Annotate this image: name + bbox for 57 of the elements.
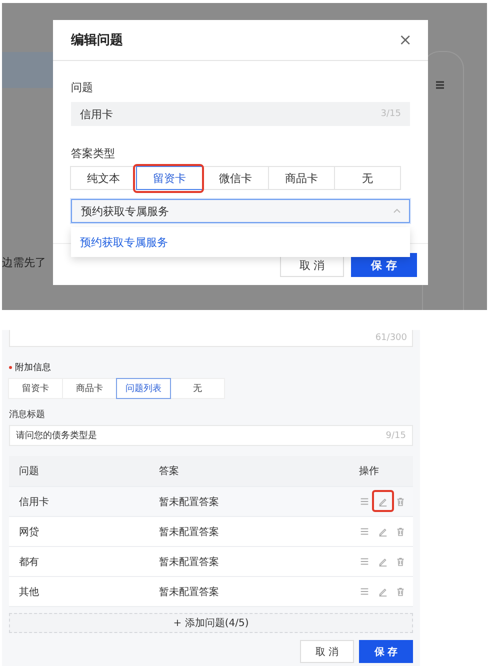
table-cell-text: 暂未配置答案	[159, 556, 220, 568]
drag-handle-icon[interactable]	[359, 526, 370, 537]
table-cell-text: 暂未配置答案	[159, 526, 220, 538]
title-field[interactable]: 请问您的债务类型是 9/15	[9, 425, 413, 446]
select-value: 预约获取专属服务	[81, 204, 169, 218]
char-count: 61/300	[375, 333, 407, 343]
select-field[interactable]: 预约获取专属服务	[71, 199, 410, 223]
dialog-title: 编辑问题	[71, 32, 123, 49]
table-cell-text: 信用卡	[18, 496, 50, 508]
trash-icon[interactable]	[395, 556, 406, 567]
question-field[interactable]: 信用卡 3/15	[71, 102, 410, 126]
add-question-button[interactable]: + 添加问题(4/5)	[9, 613, 413, 633]
edit-icon[interactable]	[377, 586, 388, 597]
field-label: 问题	[71, 80, 94, 94]
drag-handle-icon[interactable]	[359, 496, 370, 507]
trash-icon[interactable]	[395, 586, 406, 597]
trash-icon[interactable]	[395, 496, 406, 507]
answer-type-tab[interactable]: 商品卡	[268, 166, 335, 190]
extra-type-tab[interactable]: 问题列表	[116, 378, 171, 399]
column-header: 操作	[359, 465, 380, 478]
table-cell-text: 网贷	[18, 526, 40, 538]
field-label: 附加信息	[15, 362, 51, 374]
save-button[interactable]: 保 存	[359, 640, 413, 663]
extra-type-tab[interactable]: 无	[170, 378, 225, 399]
answer-type-tab[interactable]: 纯文本	[70, 166, 137, 190]
edit-icon[interactable]	[377, 556, 388, 567]
close-button[interactable]: ×	[398, 32, 412, 48]
char-count: 3/15	[380, 109, 401, 119]
table-row[interactable]: 其他 暂未配置答案	[9, 577, 413, 607]
edit-icon[interactable]	[377, 496, 388, 507]
column-header: 问题	[18, 465, 40, 478]
extra-type-tab[interactable]: 商品卡	[62, 378, 117, 399]
dropdown-option[interactable]: 预约获取专属服务	[71, 234, 168, 250]
table-cell-text: 都有	[18, 556, 40, 568]
edit-icon[interactable]	[377, 526, 388, 537]
table-row[interactable]: 网贷 暂未配置答案	[9, 517, 413, 547]
table-cell-text: 暂未配置答案	[159, 586, 220, 598]
answer-type-tab[interactable]: 无	[334, 166, 401, 190]
char-count: 9/15	[386, 430, 406, 440]
field-value: 信用卡	[80, 106, 113, 122]
field-label: 答案类型	[71, 146, 116, 160]
drag-handle-icon[interactable]	[359, 586, 370, 597]
answer-type-tab[interactable]: 微信卡	[202, 166, 269, 190]
field-label: 消息标题	[9, 408, 46, 421]
field-value: 请问您的债务类型是	[16, 430, 97, 442]
table-row[interactable]: 信用卡 暂未配置答案	[9, 487, 413, 517]
table-cell-text: 其他	[18, 586, 40, 598]
answer-type-tab[interactable]: 留资卡	[136, 166, 203, 190]
cancel-button[interactable]: 取 消	[300, 640, 354, 663]
drag-handle-icon[interactable]	[359, 556, 370, 567]
extra-type-tab[interactable]: 留资卡	[8, 378, 63, 399]
column-header: 答案	[159, 464, 180, 478]
trash-icon[interactable]	[395, 526, 406, 537]
table-cell-text: 暂未配置答案	[159, 496, 220, 508]
menu-icon	[434, 79, 446, 91]
background-text: 边需先了	[2, 255, 46, 270]
table-row[interactable]: 都有 暂未配置答案	[9, 547, 413, 577]
